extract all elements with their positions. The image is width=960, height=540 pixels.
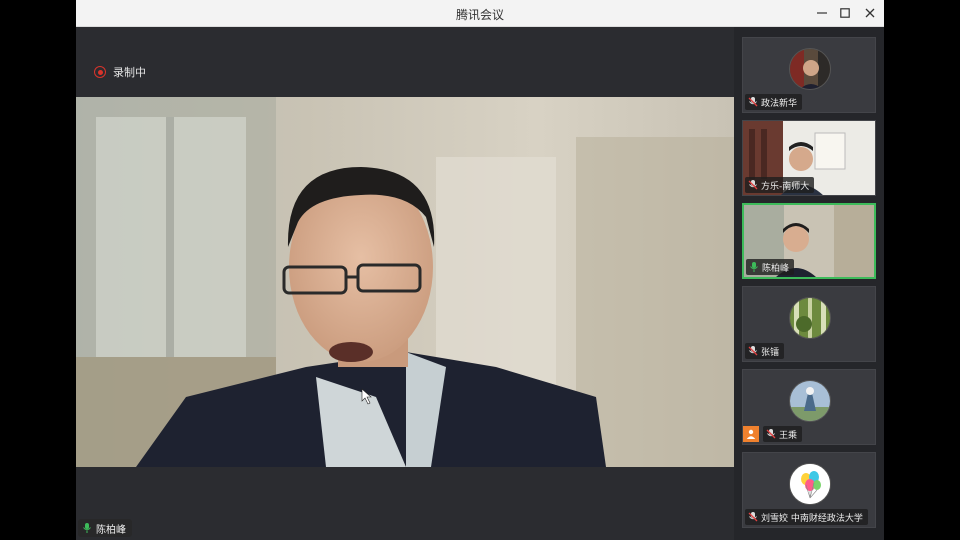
- avatar: [789, 463, 831, 505]
- mic-muted-icon: [748, 346, 758, 356]
- record-icon: [94, 66, 106, 78]
- participant-name: 王乘: [779, 430, 798, 441]
- participant-name: 方乐-南师大: [761, 181, 810, 192]
- main-speaker-tag: 陈柏峰: [78, 519, 132, 537]
- main-video[interactable]: [76, 97, 734, 467]
- mic-muted-icon: [748, 512, 758, 522]
- participant-tag: 陈柏峰: [746, 259, 795, 275]
- participant-tag: 刘雪姣 中南财经政法大学: [745, 509, 868, 525]
- host-icon: [746, 429, 756, 439]
- close-button[interactable]: [860, 4, 880, 22]
- avatar: [789, 380, 831, 422]
- avatar-image: [790, 381, 830, 421]
- participant-tile[interactable]: 张镭: [742, 286, 876, 362]
- participant-name: 陈柏峰: [762, 263, 790, 274]
- balloons-icon: [790, 464, 830, 504]
- participant-tile[interactable]: 方乐-南师大: [742, 120, 876, 196]
- mic-muted-icon: [748, 180, 758, 190]
- close-icon: [865, 8, 875, 18]
- main-stage: 录制中 陈柏峰: [76, 27, 734, 540]
- avatar: [789, 297, 831, 339]
- participant-tag: 张镭: [745, 343, 785, 359]
- mic-muted-icon: [766, 429, 776, 439]
- participant-name: 张镭: [761, 347, 780, 358]
- participant-tile-speaking[interactable]: 陈柏峰: [742, 203, 876, 279]
- mic-active-icon: [750, 262, 758, 272]
- participant-tile[interactable]: 王乘: [742, 369, 876, 445]
- main-speaker-name: 陈柏峰: [96, 524, 126, 536]
- participant-tile[interactable]: 刘雪姣 中南财经政法大学: [742, 452, 876, 528]
- participant-name: 刘雪姣 中南财经政法大学: [761, 513, 863, 524]
- avatar: [789, 48, 831, 90]
- participant-name: 政法新华: [761, 98, 798, 109]
- participant-tile[interactable]: 政法新华: [742, 37, 876, 113]
- meeting-window: 腾讯会议 录制中 陈柏峰 政法新华 方乐-南师大 陈柏峰 张镭 王乘 刘雪姣 中…: [76, 0, 884, 540]
- avatar-image: [790, 49, 830, 89]
- minimize-icon: [817, 12, 827, 14]
- speaker-video-frame: [76, 97, 734, 467]
- maximize-button[interactable]: [835, 4, 855, 22]
- participant-tag: 王乘: [763, 426, 803, 442]
- avatar-image: [790, 298, 830, 338]
- recording-indicator[interactable]: 录制中: [94, 64, 146, 80]
- minimize-button[interactable]: [812, 4, 832, 22]
- mic-active-icon: [83, 523, 91, 533]
- maximize-icon: [840, 8, 850, 18]
- mic-muted-icon: [748, 97, 758, 107]
- title-bar: 腾讯会议: [76, 0, 884, 27]
- host-badge: [743, 426, 759, 442]
- window-title: 腾讯会议: [455, 8, 504, 22]
- participant-tag: 方乐-南师大: [745, 177, 815, 193]
- participant-tag: 政法新华: [745, 94, 803, 110]
- participant-list: 政法新华 方乐-南师大 陈柏峰 张镭 王乘 刘雪姣 中南财经政法大学: [734, 27, 884, 540]
- recording-label: 录制中: [113, 66, 146, 79]
